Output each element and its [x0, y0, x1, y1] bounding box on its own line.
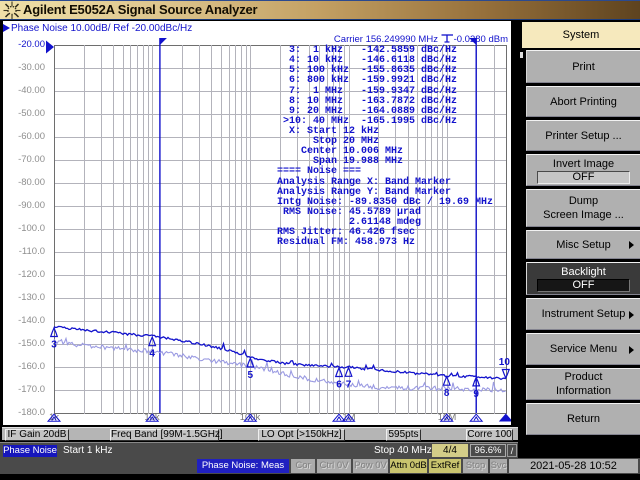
- svg-text:4: 4: [149, 349, 155, 360]
- svg-text:9: 9: [473, 389, 479, 400]
- svg-text:10: 10: [499, 357, 511, 368]
- svg-text:3: 3: [51, 340, 57, 351]
- svg-text:5: 5: [248, 370, 254, 381]
- svg-text:6: 6: [336, 380, 342, 391]
- svg-text:7: 7: [346, 379, 352, 390]
- svg-text:8: 8: [444, 388, 450, 399]
